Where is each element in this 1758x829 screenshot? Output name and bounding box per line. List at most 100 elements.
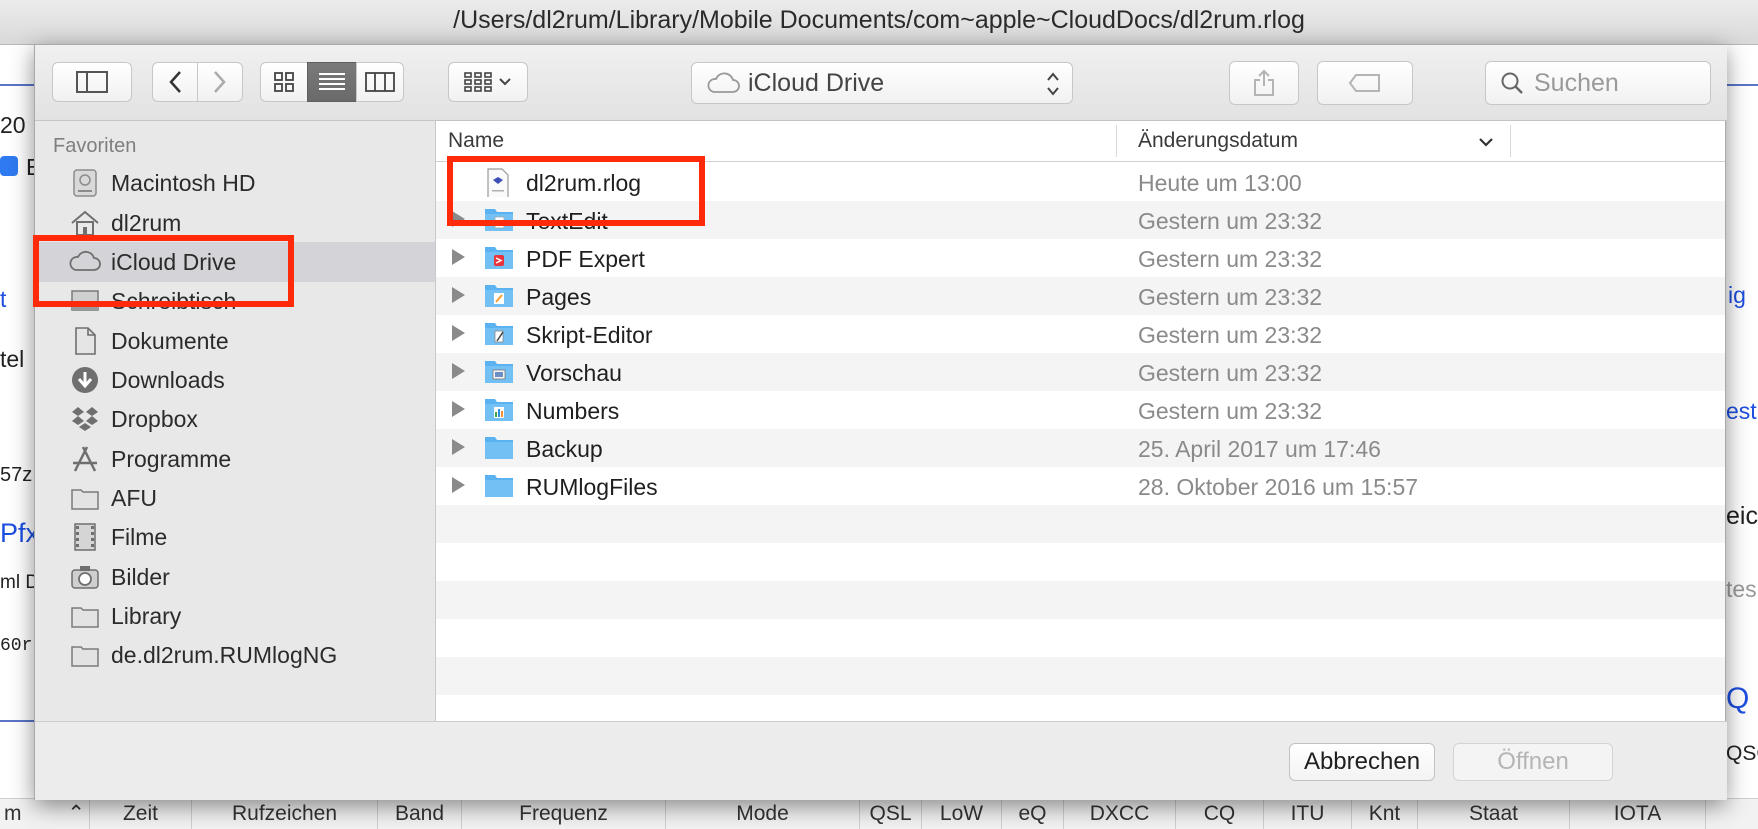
bg-fragment: E <box>26 154 34 180</box>
sidebar-item-label: Programme <box>111 446 232 472</box>
bg-fragment: est <box>1726 398 1757 424</box>
folder-icon <box>71 646 99 667</box>
list-icon <box>319 73 345 90</box>
arrange-button[interactable] <box>448 62 528 102</box>
disclosure-triangle-icon[interactable] <box>452 439 465 455</box>
harddisk-icon <box>73 169 97 197</box>
disclosure-triangle-icon[interactable] <box>452 325 465 341</box>
icon-view-button[interactable] <box>260 62 308 102</box>
bg-divider <box>1726 84 1758 86</box>
bg-column[interactable]: Frequenz <box>462 799 666 829</box>
sidebar-item-label: Library <box>111 603 182 629</box>
disclosure-triangle-icon[interactable] <box>452 477 465 493</box>
empty-row <box>436 619 1725 657</box>
bg-column[interactable]: DXCC <box>1064 799 1176 829</box>
chevron-right-icon <box>214 71 226 93</box>
movies-icon <box>74 523 96 551</box>
file-name: Numbers <box>526 398 620 424</box>
bg-column[interactable]: Band <box>378 799 462 829</box>
cancel-button[interactable]: Abbrechen <box>1289 743 1435 781</box>
file-row-backup[interactable]: Backup 25. April 2017 um 17:46 <box>436 429 1725 467</box>
file-row-numbers[interactable]: Numbers Gestern um 23:32 <box>436 391 1725 429</box>
open-button[interactable]: Öffnen <box>1453 743 1613 781</box>
column-separator[interactable] <box>1510 125 1511 157</box>
sidebar-item-afu[interactable]: AFU <box>35 478 435 518</box>
folder-icon <box>71 607 99 628</box>
column-header-name[interactable]: Name <box>448 129 504 153</box>
search-icon <box>1501 72 1523 94</box>
bg-fragment: tes <box>1726 576 1757 602</box>
file-row-skript-editor[interactable]: Skript-Editor Gestern um 23:32 <box>436 315 1725 353</box>
column-separator[interactable] <box>1116 125 1117 157</box>
bg-column[interactable]: Rufzeichen <box>192 799 378 829</box>
bg-column-sort[interactable]: m ⌃ <box>0 799 90 829</box>
file-row-pdf-expert[interactable]: PDF Expert Gestern um 23:32 <box>436 239 1725 277</box>
forward-button[interactable] <box>197 62 243 102</box>
disclosure-triangle-icon[interactable] <box>452 249 465 265</box>
bg-column[interactable]: IOTA <box>1570 799 1706 829</box>
location-popup[interactable]: iCloud Drive <box>691 62 1073 104</box>
share-button[interactable] <box>1229 61 1299 105</box>
location-label: iCloud Drive <box>748 68 885 97</box>
disclosure-triangle-icon[interactable] <box>452 401 465 417</box>
disclosure-triangle-icon[interactable] <box>452 363 465 379</box>
sidebar-item-movies[interactable]: Filme <box>35 517 435 557</box>
file-date: Gestern um 23:32 <box>1138 322 1323 348</box>
sidebar-item-label: Downloads <box>111 367 225 393</box>
sidebar-item-downloads[interactable]: Downloads <box>35 360 435 400</box>
bg-column[interactable]: Mode <box>666 799 860 829</box>
sidebar-item-library[interactable]: Library <box>35 596 435 636</box>
window-title: /Users/dl2rum/Library/Mobile Documents/c… <box>453 6 1305 34</box>
back-button[interactable] <box>152 62 198 102</box>
file-row-rumlogfiles[interactable]: RUMlogFiles 28. Oktober 2016 um 15:57 <box>436 467 1725 505</box>
file-name: Vorschau <box>526 360 622 386</box>
sidebar-item-applications[interactable]: Programme <box>35 439 435 479</box>
sidebar-item-documents[interactable]: Dokumente <box>35 321 435 361</box>
bg-column[interactable]: Staat <box>1418 799 1570 829</box>
bg-fragment: t <box>0 286 7 312</box>
file-date: Gestern um 23:32 <box>1138 284 1323 310</box>
bg-column[interactable]: ITU <box>1264 799 1352 829</box>
column-view-button[interactable] <box>356 62 404 102</box>
bg-fragment: ig <box>1728 282 1746 308</box>
empty-row <box>436 505 1725 543</box>
search-field[interactable]: Suchen <box>1485 61 1711 105</box>
file-date: 28. Oktober 2016 um 15:57 <box>1138 474 1419 500</box>
downloads-icon <box>72 367 98 393</box>
documents-icon <box>75 327 96 355</box>
bg-column[interactable]: QSL <box>860 799 922 829</box>
sidebar-item-dropbox[interactable]: Dropbox <box>35 399 435 439</box>
bg-column[interactable]: Zeit <box>90 799 192 829</box>
dropbox-icon <box>72 407 98 431</box>
file-name: Skript-Editor <box>526 322 653 348</box>
bg-column[interactable]: LoW <box>922 799 1002 829</box>
chevron-down-icon[interactable] <box>1478 137 1494 149</box>
grid-icon <box>274 72 294 92</box>
bg-fragment: ml D <box>0 572 34 593</box>
app-folder-icon <box>485 323 513 345</box>
bg-fragment: 57z <box>0 464 33 486</box>
grid-arrange-icon <box>464 72 492 92</box>
bg-column[interactable]: Knt <box>1352 799 1418 829</box>
tag-button[interactable] <box>1317 61 1413 105</box>
column-header-date[interactable]: Änderungsdatum <box>1138 129 1298 153</box>
file-name: Pages <box>526 284 592 310</box>
disclosure-triangle-icon[interactable] <box>452 287 465 303</box>
folder-icon <box>485 475 513 497</box>
sidebar-item-rumlogng[interactable]: de.dl2rum.RUMlogNG <box>35 635 435 675</box>
list-view-button[interactable] <box>307 62 357 102</box>
open-file-dialog: iCloud Drive Suchen Favoriten Macintosh … <box>34 44 1727 800</box>
share-icon <box>1254 69 1274 96</box>
file-date: Gestern um 23:32 <box>1138 208 1323 234</box>
sidebar-item-macintosh-hd[interactable]: Macintosh HD <box>35 163 435 203</box>
file-row-pages[interactable]: Pages Gestern um 23:32 <box>436 277 1725 315</box>
bg-column[interactable]: eQ <box>1002 799 1064 829</box>
sidebar-toggle-button[interactable] <box>52 62 132 102</box>
empty-row <box>436 581 1725 619</box>
empty-row <box>436 543 1725 581</box>
columns-icon <box>365 72 395 92</box>
sidebar-item-pictures[interactable]: Bilder <box>35 557 435 597</box>
bg-column[interactable]: CQ <box>1176 799 1264 829</box>
file-row-vorschau[interactable]: Vorschau Gestern um 23:32 <box>436 353 1725 391</box>
bg-fragment: eic <box>1726 502 1758 530</box>
